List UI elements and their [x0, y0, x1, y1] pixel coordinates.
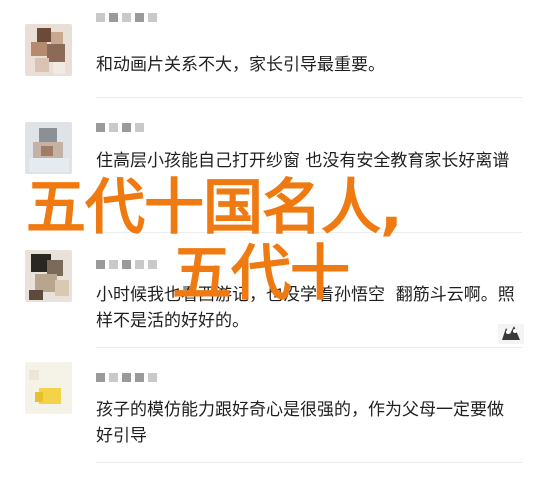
cartoon-sticker-icon [496, 320, 526, 346]
comment-text: 住高层小孩能自己打开纱窗 也没有安全教育家长好离谱 [96, 151, 510, 171]
username-placeholder[interactable] [96, 122, 144, 132]
comment-text: 孩子的模仿能力跟好奇心是很强的，作为父母一定要做好引导 [96, 400, 504, 446]
divider [96, 347, 522, 348]
comment-feed: 和动画片关系不大，家长引导最重要。 住高层小孩能自己打开纱窗 也没有安全教育家长… [0, 0, 550, 477]
username-placeholder[interactable] [96, 12, 157, 22]
avatar[interactable] [25, 250, 72, 302]
username-placeholder[interactable] [96, 372, 157, 382]
divider [96, 232, 522, 233]
comment-text: 和动画片关系不大，家长引导最重要。 [96, 55, 385, 75]
avatar[interactable] [25, 362, 72, 414]
comment-text: 小时候我也看西游记，也没学着孙悟空 翻筋斗云啊。照样不是活的好好的。 [96, 285, 515, 331]
divider [96, 462, 522, 463]
avatar[interactable] [25, 24, 72, 76]
username-placeholder[interactable] [96, 259, 157, 269]
avatar[interactable] [25, 122, 72, 174]
divider [96, 97, 522, 98]
